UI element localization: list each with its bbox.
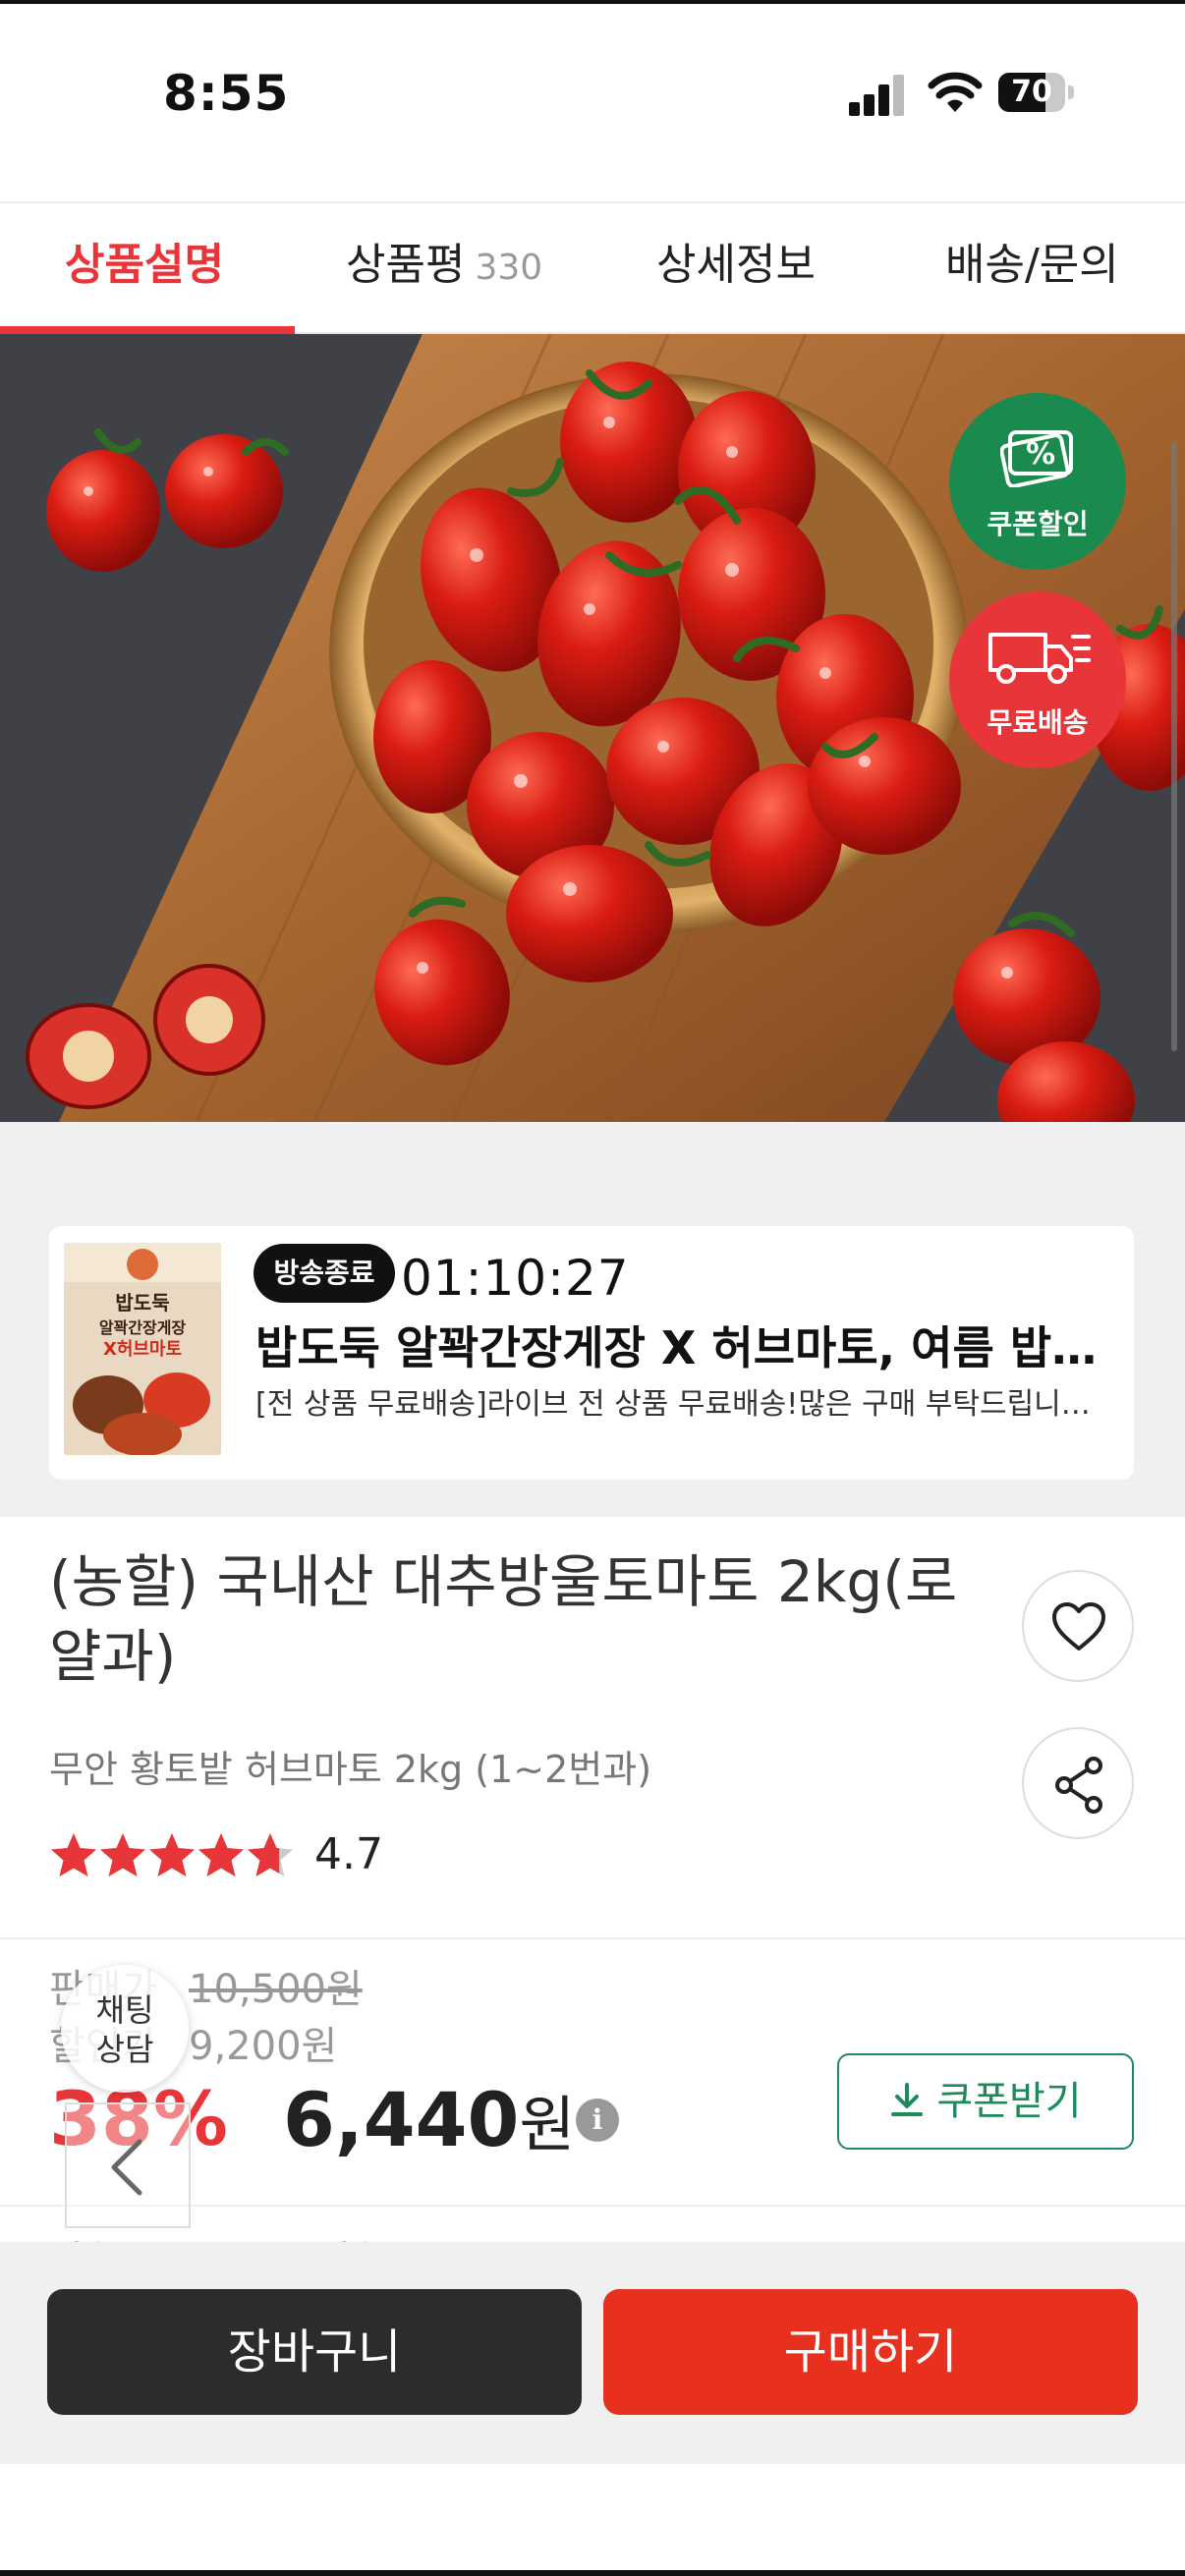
status-time: 8:55: [163, 65, 290, 122]
thumb-text-1: 밥도둑: [115, 1291, 169, 1315]
broadcast-description: [전 상품 무료배송]라이브 전 상품 무료배송!많은 구매 부탁드립니다😊[최…: [255, 1387, 1110, 1422]
original-price: 10,500원: [189, 1967, 363, 2012]
star-filled: [149, 1833, 195, 1876]
delivery-truck-icon: [988, 633, 1091, 684]
tab-detail-info[interactable]: 상세정보: [656, 203, 816, 332]
broadcast-ended-badge: 방송종료: [254, 1244, 395, 1303]
product-image[interactable]: % 쿠폰할인 무료배송: [0, 334, 1185, 1122]
wifi-icon: [928, 72, 983, 112]
download-icon: [891, 2083, 924, 2116]
coupon-percent-glyph: %: [1026, 437, 1055, 472]
free-shipping-badge[interactable]: 무료배송: [949, 591, 1126, 768]
free-shipping-label: 무료배송: [987, 706, 1089, 739]
heart-icon: [1052, 1602, 1105, 1651]
battery-level: 70: [1011, 75, 1052, 109]
review-count: 330: [475, 248, 543, 288]
broadcast-timer: 01:10:27: [401, 1250, 630, 1307]
broadcast-title: 밥도둑 알꽉간장게장 X 허브마토, 여름 밥…: [255, 1321, 1098, 1374]
thumb-text-2: 알꽉간장게장: [99, 1318, 187, 1337]
product-tabs: 상품설명 상품평 330 상세정보 배송/문의: [0, 201, 1185, 334]
chevron-left-icon: [111, 2139, 142, 2196]
live-thumbnail: 밥도둑 알꽉간장게장 X허브마토: [64, 1243, 221, 1455]
share-icon: [1055, 1757, 1102, 1814]
final-price: 6,440원: [283, 2075, 575, 2163]
wishlist-button[interactable]: [1022, 1570, 1134, 1682]
product-title: (농할) 국내산 대추방울토마토 2kg(로얄과): [49, 1548, 958, 1690]
rating-stars: [51, 1833, 293, 1876]
battery-icon: 70: [998, 73, 1075, 112]
chat-consult-button[interactable]: 채팅 상담: [61, 1965, 189, 2093]
page-scrollbar[interactable]: [1171, 442, 1177, 1051]
thumb-text-3: X허브마토: [103, 1339, 182, 1360]
tab-shipping-inquiry[interactable]: 배송/문의: [945, 203, 1119, 332]
tab-product-description[interactable]: 상품설명: [65, 203, 224, 332]
chat-label-line1: 채팅: [95, 1991, 154, 2029]
get-coupon-button[interactable]: 쿠폰받기: [837, 2053, 1134, 2150]
coupon-discount-label: 쿠폰할인: [987, 508, 1089, 540]
product-subtitle: 무안 황토밭 허브마토 2kg (1~2번과): [49, 1748, 652, 1791]
back-button[interactable]: [65, 2102, 191, 2228]
active-tab-indicator: [0, 326, 295, 334]
price-info-icon[interactable]: i: [576, 2099, 619, 2142]
final-price-amount: 6,440: [283, 2076, 520, 2163]
star-filled: [198, 1833, 244, 1876]
rating-value: 4.7: [314, 1829, 383, 1879]
tab-reviews[interactable]: 상품평 330: [346, 203, 542, 332]
share-button[interactable]: [1022, 1727, 1134, 1839]
star-filled: [51, 1833, 96, 1876]
final-price-unit: 원: [519, 2089, 576, 2160]
star-filled: [100, 1833, 145, 1876]
get-coupon-label: 쿠폰받기: [936, 2079, 1082, 2124]
discount-price: 9,200원: [189, 2024, 338, 2069]
home-indicator-area: [0, 2464, 1185, 2576]
coupon-discount-badge[interactable]: % 쿠폰할인: [949, 393, 1126, 570]
buy-now-button[interactable]: 구매하기: [603, 2289, 1138, 2415]
divider: [0, 1937, 1185, 1939]
cellular-signal-icon: [849, 73, 906, 116]
add-to-cart-button[interactable]: 장바구니: [47, 2289, 582, 2415]
chat-label-line2: 상담: [95, 2031, 154, 2068]
coupon-icon: %: [1000, 430, 1073, 487]
